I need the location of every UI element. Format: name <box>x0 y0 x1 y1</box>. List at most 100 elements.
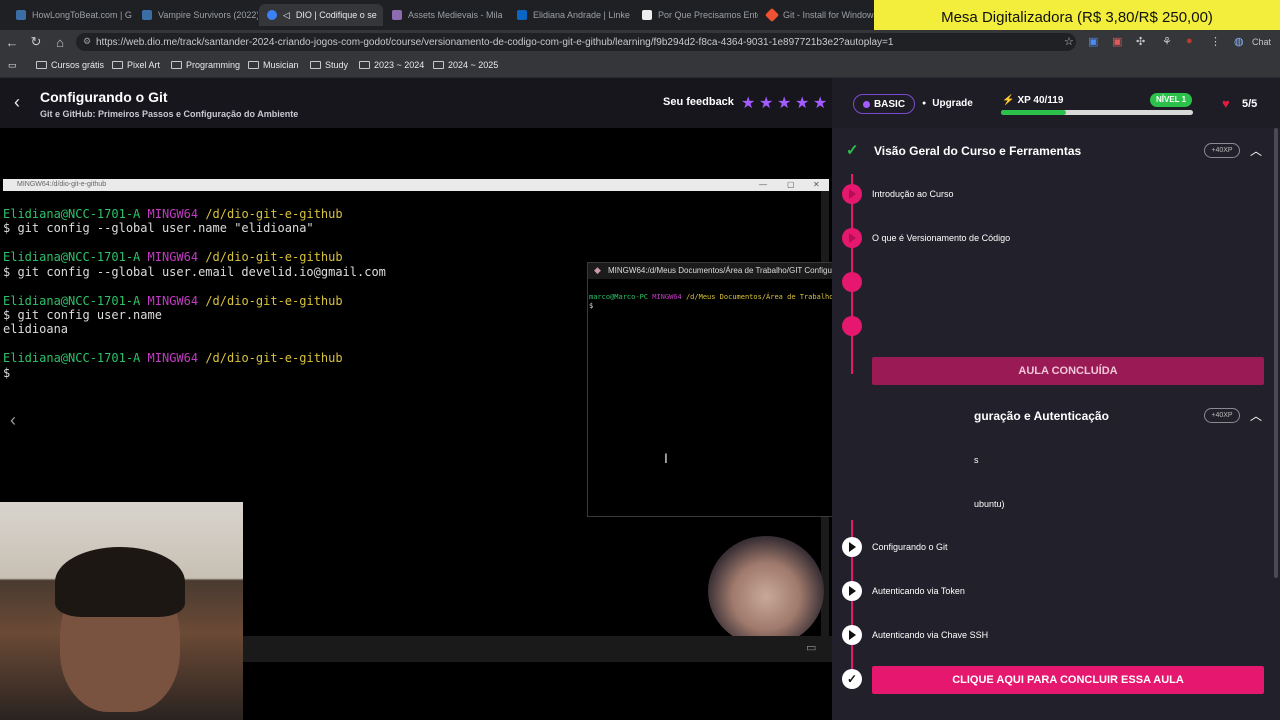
profile-icon[interactable]: ● <box>1186 35 1193 47</box>
module-header[interactable]: ✓ Visão Geral do Curso e Ferramentas +40… <box>846 137 1266 165</box>
extension-icon[interactable]: ▣ <box>1088 35 1098 48</box>
module-header[interactable]: guração e Autenticação +40XP ︿ <box>846 402 1266 430</box>
extensions-icon[interactable]: ⚘ <box>1162 35 1172 48</box>
plan-badge[interactable]: BASIC <box>853 94 915 114</box>
tab-howlongtobeat[interactable]: HowLongToBeat.com | G ✕ <box>8 4 132 26</box>
lightning-icon: ⚡ <box>1002 95 1015 106</box>
chevron-up-icon[interactable]: ︿ <box>1250 142 1262 159</box>
bookmark-label: Study <box>325 60 349 70</box>
course-sidebar: BASIC Upgrade ⚡XP 40/119 NÍVEL 1 ♥ 5/5 ✓… <box>832 78 1280 720</box>
bookmark-2023-2024[interactable]: 2023 ~ 2024 <box>359 60 424 70</box>
tab-medium[interactable]: Por Que Precisamos Ente ✕ <box>634 4 758 26</box>
play-icon[interactable] <box>842 625 862 645</box>
back-arrow-icon[interactable]: ‹ <box>14 92 20 113</box>
lives-count: 5/5 <box>1242 98 1258 110</box>
bookmark-label: Pixel Art <box>127 60 161 70</box>
tab-git-install[interactable]: Git - Install for Windows <box>759 4 874 26</box>
bookmarks-menu-icon[interactable]: ▭ <box>8 60 17 71</box>
level-badge: NÍVEL 1 <box>1150 93 1192 107</box>
puzzle-icon[interactable]: ✣ <box>1136 35 1145 48</box>
bookmark-cursos-gratis[interactable]: Cursos grátis <box>36 60 104 70</box>
lesson-item-partial[interactable]: ubuntu) <box>974 499 1005 509</box>
medium-icon <box>642 10 652 20</box>
linkedin-icon <box>517 10 527 20</box>
star-icon[interactable]: ★ <box>795 93 809 113</box>
folder-icon <box>248 61 259 69</box>
tab-title: DIO | Codifique o se <box>295 10 377 20</box>
tab-favicon-icon <box>392 10 402 20</box>
play-icon[interactable] <box>842 537 862 557</box>
terminal-prompt-line: Elidiana@NCC-1701-A MINGW64 /d/dio-git-e… <box>3 207 343 221</box>
lesson-item[interactable]: Introdução ao Curso <box>872 189 954 199</box>
previous-arrow-icon[interactable]: ‹ <box>10 410 16 431</box>
sidebar-scrollbar[interactable] <box>1274 128 1278 578</box>
terminal-command: $ git config --global user.name "elidioa… <box>3 221 314 235</box>
chevron-up-icon[interactable]: ︿ <box>1250 407 1262 424</box>
folder-icon <box>310 61 321 69</box>
tab-favicon-icon <box>142 10 152 20</box>
address-bar[interactable]: ⚙ https://web.dio.me/track/santander-202… <box>76 33 1076 51</box>
speaker-icon[interactable]: ◁ <box>283 10 290 21</box>
star-icon[interactable]: ★ <box>813 93 827 113</box>
extension-icon[interactable]: ▣ <box>1112 35 1122 48</box>
lesson-completed-button[interactable]: AULA CONCLUÍDA <box>872 357 1264 385</box>
chat-label[interactable]: Chat <box>1252 37 1271 47</box>
site-info-icon[interactable]: ⚙ <box>83 36 91 47</box>
close-icon: ✕ <box>813 180 820 189</box>
bookmark-pixel-art[interactable]: Pixel Art <box>112 60 160 70</box>
xp-progress-fill <box>1001 110 1066 115</box>
lesson-node[interactable] <box>842 316 862 336</box>
play-icon[interactable] <box>842 228 862 248</box>
terminal-title: MINGW64:/d/Meus Documentos/Área de Traba… <box>608 266 832 275</box>
complete-lesson-button[interactable]: CLIQUE AQUI PARA CONCLUIR ESSA AULA <box>872 666 1264 694</box>
star-icon[interactable]: ★ <box>759 93 773 113</box>
folder-icon <box>36 61 47 69</box>
captions-icon[interactable]: ▭ <box>806 641 816 654</box>
course-modules: ✓ Visão Geral do Curso e Ferramentas +40… <box>832 128 1280 720</box>
module-xp-badge: +40XP <box>1204 408 1240 423</box>
checkmark-icon: ✓ <box>846 142 859 159</box>
tab-dio[interactable]: ◁ DIO | Codifique o se ✕ <box>259 4 383 26</box>
bookmark-musician[interactable]: Musician <box>248 60 299 70</box>
play-icon[interactable] <box>842 581 862 601</box>
minimize-icon: — <box>759 180 767 189</box>
lesson-item[interactable]: Autenticando via Chave SSH <box>872 630 988 640</box>
folder-icon <box>433 61 444 69</box>
terminal-titlebar: ◆ MINGW64:/d/Meus Documentos/Área de Tra… <box>588 263 832 279</box>
lesson-item-current[interactable]: Configurando o Git <box>872 542 948 552</box>
tab-assets-medievais[interactable]: Assets Medievais - Mila ✕ <box>384 4 508 26</box>
folder-icon <box>359 61 370 69</box>
feedback-label: Seu feedback <box>663 96 734 108</box>
folder-icon <box>171 61 182 69</box>
url-text: https://web.dio.me/track/santander-2024-… <box>96 36 894 48</box>
bookmark-2024-2025[interactable]: 2024 ~ 2025 <box>433 60 498 70</box>
star-icon[interactable]: ★ <box>777 93 791 113</box>
tab-vampire-survivors[interactable]: Vampire Survivors (2022) ✕ <box>134 4 258 26</box>
play-icon[interactable] <box>842 184 862 204</box>
bookmark-study[interactable]: Study <box>310 60 348 70</box>
back-icon[interactable]: ← <box>0 35 24 50</box>
terminal-prompt: $ <box>3 366 11 380</box>
home-icon[interactable]: ⌂ <box>48 35 72 50</box>
bookmarks-bar: ▭ Cursos grátis Pixel Art Programming Mu… <box>0 54 1280 78</box>
lesson-item-partial[interactable]: s <box>974 455 979 465</box>
terminal-prompt: $ <box>589 302 594 310</box>
lesson-item[interactable]: Autenticando via Token <box>872 586 965 596</box>
bookmark-star-icon[interactable]: ☆ <box>1064 35 1074 48</box>
reload-icon[interactable]: ↻ <box>24 34 48 50</box>
lesson-item[interactable]: O que é Versionamento de Código <box>872 233 1010 243</box>
video-player[interactable]: MINGW64:/d/dio-git-e-github — ▢ ✕ Elidia… <box>0 128 832 720</box>
bookmark-label: 2023 ~ 2024 <box>374 60 425 70</box>
folder-icon <box>112 61 123 69</box>
tab-linkedin[interactable]: Elidiana Andrade | Linke ✕ <box>509 4 633 26</box>
terminal-prompt-line: Elidiana@NCC-1701-A MINGW64 /d/dio-git-e… <box>3 351 343 365</box>
video-controls-bar[interactable] <box>243 636 832 662</box>
upgrade-link[interactable]: Upgrade <box>922 98 973 109</box>
lesson-node[interactable] <box>842 272 862 292</box>
bookmark-programming[interactable]: Programming <box>171 60 240 70</box>
menu-icon[interactable]: ⋮ <box>1210 35 1221 48</box>
git-bash-icon: ◆ <box>594 265 601 275</box>
chat-icon[interactable]: ◍ <box>1234 35 1244 48</box>
bookmark-label: Cursos grátis <box>51 60 105 70</box>
star-icon[interactable]: ★ <box>741 93 755 113</box>
